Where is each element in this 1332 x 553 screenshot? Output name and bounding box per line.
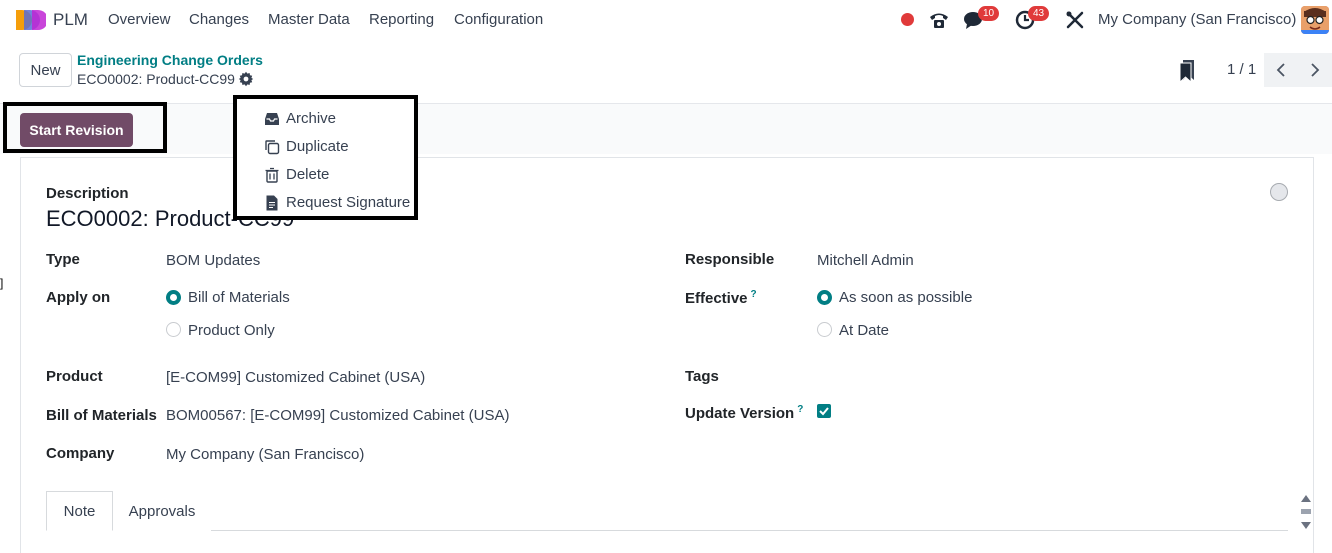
menu-reporting[interactable]: Reporting [369,11,434,28]
user-avatar-icon [1301,6,1329,34]
menu-master-data[interactable]: Master Data [268,11,350,28]
product-label: Product [46,368,103,385]
document-icon [266,195,278,211]
checkmark-icon [819,407,829,416]
tab-approvals[interactable]: Approvals [113,491,211,531]
type-label: Type [46,251,80,268]
form-statusbar [0,104,1332,154]
user-avatar[interactable] [1301,6,1329,34]
phone-icon[interactable] [928,9,950,31]
menu-overview[interactable]: Overview [108,11,171,28]
breadcrumb-eco-list[interactable]: Engineering Change Orders [77,52,263,68]
tags-label: Tags [685,368,719,385]
chevron-right-icon [1311,63,1320,77]
archive-inbox-icon [265,113,279,125]
update-version-label-text: Update Version [685,405,795,422]
effective-label: Effective? [685,289,757,307]
effective-label-text: Effective [685,290,748,307]
apply-on-label: Apply on [46,289,111,306]
edge-glyph: ] [0,276,4,290]
app-logo-icon[interactable] [16,10,46,30]
apply-on-bom-radio[interactable] [166,290,181,305]
bom-label: Bill of Materials [46,407,157,424]
menu-item-archive-label: Archive [286,110,337,127]
trash-icon [265,167,279,183]
new-button[interactable]: New [19,53,72,87]
menu-item-delete-label: Delete [286,166,330,183]
effective-asap-label[interactable]: As soon as possible [839,289,972,306]
description-label: Description [46,185,129,202]
responsible-label: Responsible [685,251,775,268]
activities-badge: 43 [1028,6,1050,21]
company-switcher[interactable]: My Company (San Francisco) [1098,11,1296,28]
pager-next-button[interactable] [1298,53,1332,87]
effective-asap-radio[interactable] [817,290,832,305]
debug-tools-icon[interactable] [1064,9,1086,31]
scroll-arrows-icon[interactable] [1300,495,1312,529]
priority-status-icon[interactable] [1270,183,1288,201]
gear-icon[interactable] [238,71,254,87]
apply-on-product-radio[interactable] [166,322,181,337]
type-field[interactable]: BOM Updates [166,252,260,269]
app-name[interactable]: PLM [53,10,88,30]
menu-changes[interactable]: Changes [189,11,249,28]
bom-field[interactable]: BOM00567: [E-COM99] Customized Cabinet (… [166,407,509,424]
pager-value[interactable]: 1 / 1 [1227,61,1256,78]
menu-item-duplicate-label: Duplicate [286,138,349,155]
duplicate-copy-icon [265,140,280,155]
recording-indicator-icon[interactable] [901,13,914,26]
tab-note[interactable]: Note [46,491,113,531]
effective-date-label[interactable]: At Date [839,322,889,339]
start-revision-button[interactable]: Start Revision [20,113,133,147]
actions-dropdown-menu: Archive Duplicate Delete Request Signatu… [233,95,418,220]
update-version-checkbox[interactable] [817,404,831,418]
update-version-label: Update Version? [685,404,803,422]
effective-date-radio[interactable] [817,322,832,337]
company-field[interactable]: My Company (San Francisco) [166,446,364,463]
knowledge-bookmark-icon[interactable] [1180,60,1196,82]
breadcrumb-current-record: ECO0002: Product-CC99 [77,71,235,87]
messages-badge: 10 [978,6,1000,21]
company-label: Company [46,445,115,462]
update-version-help-icon[interactable]: ? [797,404,803,415]
pager-previous-button[interactable] [1264,53,1298,87]
apply-on-bom-label[interactable]: Bill of Materials [188,289,290,306]
menu-item-request-signature-label: Request Signature [286,194,411,211]
responsible-field[interactable]: Mitchell Admin [817,252,914,269]
product-field[interactable]: [E-COM99] Customized Cabinet (USA) [166,369,425,386]
menu-configuration[interactable]: Configuration [454,11,543,28]
notebook-tabs-line [46,530,1288,531]
apply-on-product-label[interactable]: Product Only [188,322,275,339]
effective-help-icon[interactable]: ? [751,289,757,300]
chevron-left-icon [1276,63,1285,77]
top-navbar: PLM Overview Changes Master Data Reporti… [0,0,1332,40]
